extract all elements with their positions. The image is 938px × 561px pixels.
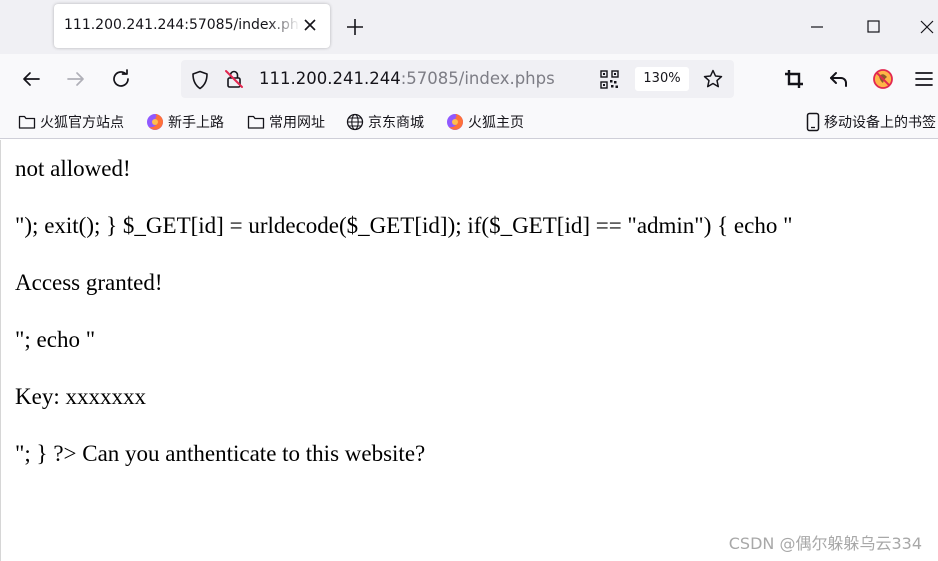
bookmark-label: 火狐主页 (468, 115, 524, 131)
globe-icon (346, 113, 364, 131)
bookmark-firefox-official[interactable]: 火狐官方站点 (18, 112, 124, 132)
zoom-level-button[interactable]: 130% (635, 67, 689, 91)
content-line: "; } ?> Can you anthenticate to this web… (15, 441, 426, 466)
tab-active[interactable]: 111.200.241.244:57085/index.php (54, 4, 330, 48)
undo-arrow-icon[interactable] (827, 67, 851, 91)
bookmark-mobile-devices[interactable]: 移动设备上的书签 (806, 112, 936, 132)
url-path: :57085/index.phps (400, 69, 555, 88)
url-text[interactable]: 111.200.241.244:57085/index.phps (259, 69, 555, 88)
insecure-lock-icon[interactable] (223, 68, 245, 90)
bookmark-label: 移动设备上的书签 (824, 115, 936, 131)
csdn-watermark: CSDN @偶尔躲躲乌云334 (728, 534, 922, 553)
reload-icon[interactable] (109, 67, 133, 91)
shield-icon[interactable] (189, 69, 211, 91)
forward-arrow-icon[interactable] (64, 67, 88, 91)
star-bookmark-icon[interactable] (702, 68, 724, 90)
bookmark-common-sites[interactable]: 常用网址 (247, 112, 325, 132)
folder-icon (247, 115, 265, 129)
content-line: Access granted! (15, 270, 163, 295)
content-line: not allowed! (15, 156, 131, 181)
screenshot-crop-icon[interactable] (782, 67, 806, 91)
bookmark-label: 常用网址 (269, 115, 325, 131)
bookmark-label: 火狐官方站点 (40, 115, 124, 131)
back-arrow-icon[interactable] (19, 67, 43, 91)
plus-icon[interactable] (344, 16, 366, 38)
content-line: "; echo " (15, 327, 96, 352)
firefox-icon (147, 114, 163, 130)
close-icon[interactable] (300, 15, 320, 35)
url-host: 111.200.241.244 (259, 69, 401, 88)
extension-blocked-icon[interactable] (871, 67, 895, 91)
bookmarks-toolbar: 火狐官方站点 新手上路 常用网址 京东商城 火狐主页 移动设备上的书签 (0, 104, 938, 139)
page-content: not allowed! "); exit(); } $_GET[id] = u… (0, 140, 938, 561)
firefox-icon (447, 114, 463, 130)
mobile-icon (806, 112, 820, 132)
tab-title: 111.200.241.244:57085/index.php (64, 17, 300, 33)
bookmark-label: 新手上路 (168, 115, 224, 131)
qr-code-icon[interactable] (599, 69, 620, 90)
navigation-toolbar: 111.200.241.244:57085/index.phps 130% (0, 54, 938, 104)
menu-hamburger-icon[interactable] (912, 67, 936, 91)
bookmark-firefox-home[interactable]: 火狐主页 (446, 112, 524, 132)
address-bar[interactable]: 111.200.241.244:57085/index.phps 130% (181, 60, 734, 98)
bookmark-label: 京东商城 (368, 115, 424, 131)
minimize-icon[interactable] (806, 16, 828, 38)
content-line: Key: xxxxxxx (15, 384, 146, 409)
bookmark-getting-started[interactable]: 新手上路 (146, 112, 224, 132)
tab-strip: 111.200.241.244:57085/index.php (0, 0, 938, 54)
content-line: "); exit(); } $_GET[id] = urldecode($_GE… (15, 213, 793, 238)
folder-icon (18, 115, 36, 129)
window-close-icon[interactable] (916, 16, 938, 38)
maximize-icon[interactable] (862, 16, 884, 38)
bookmark-jd-mall[interactable]: 京东商城 (346, 112, 424, 132)
